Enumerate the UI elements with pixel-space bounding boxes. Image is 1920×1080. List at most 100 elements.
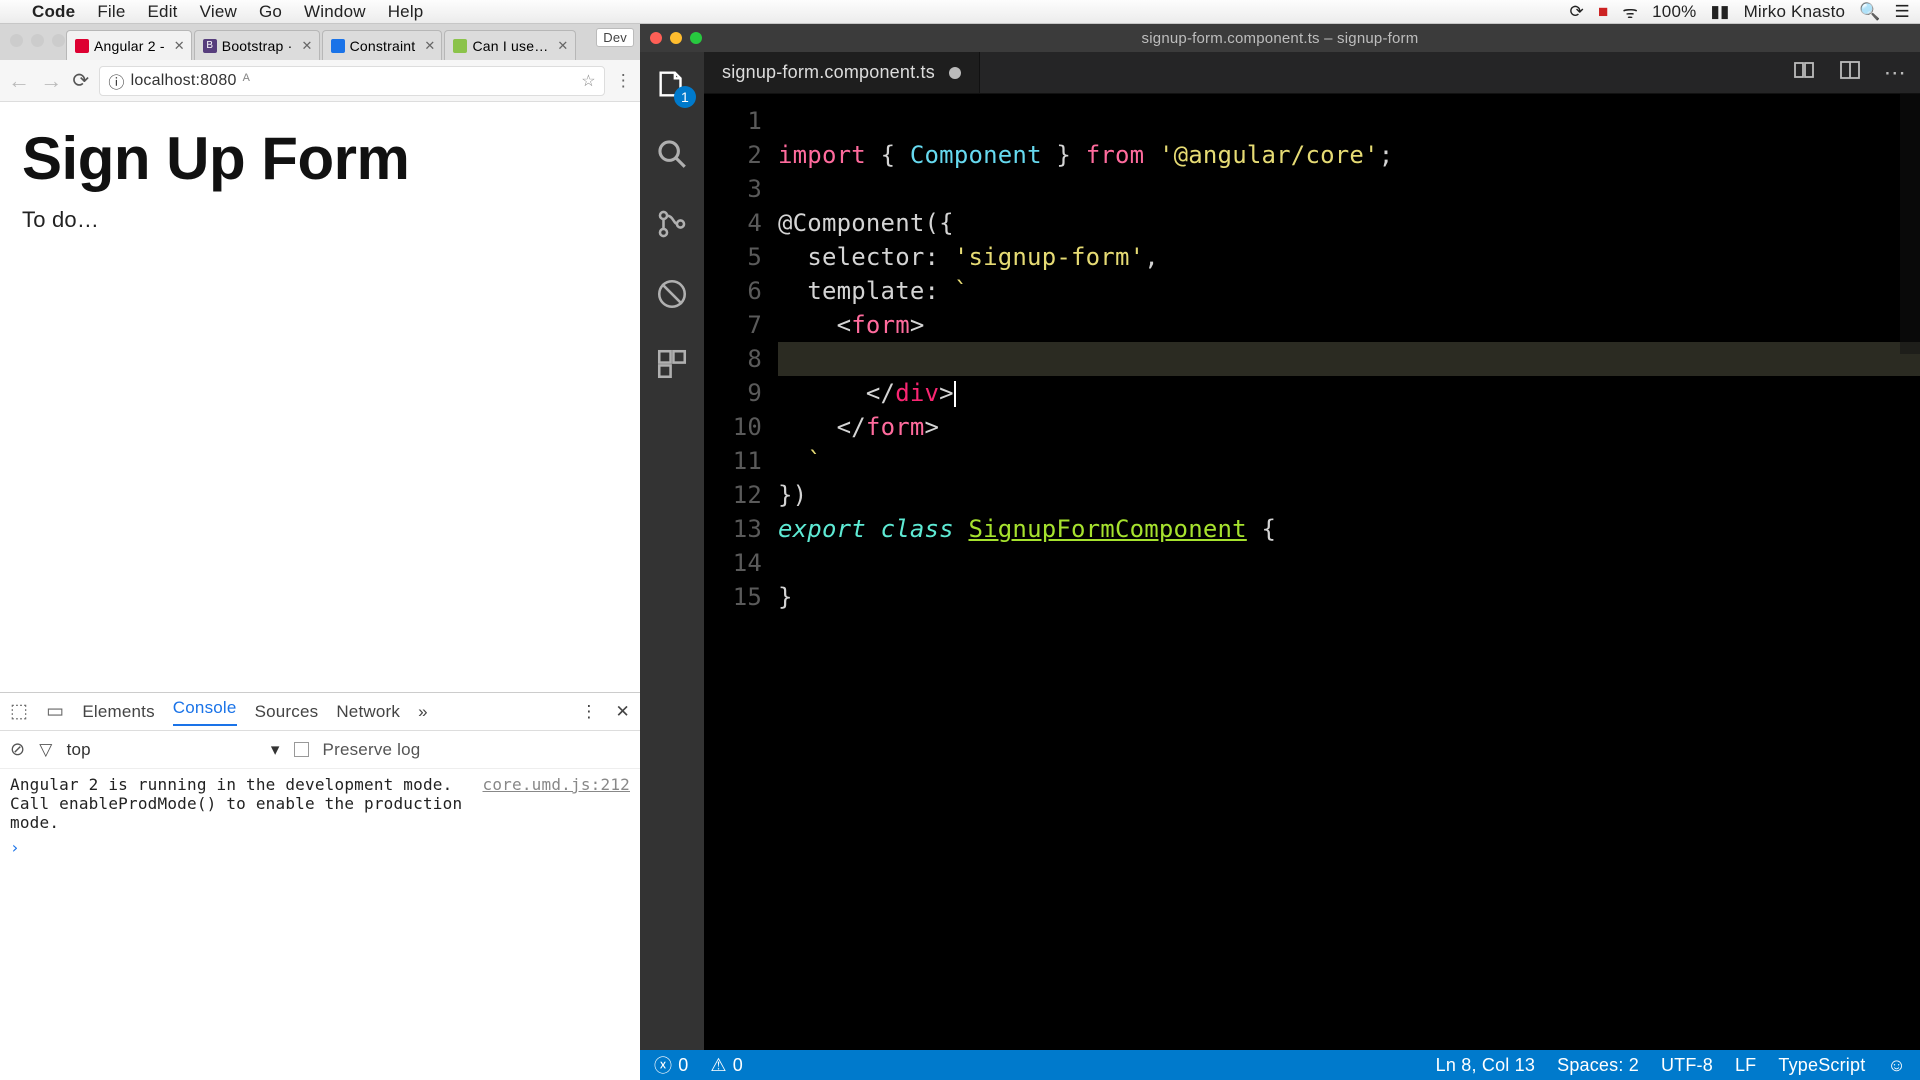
minimize-icon[interactable] bbox=[670, 32, 682, 44]
chevron-down-icon: ▾ bbox=[271, 740, 280, 760]
browser-tab-caniuse[interactable]: Can I use… ✕ bbox=[444, 30, 575, 60]
editor-tabbar: signup-form.component.ts ⋯ bbox=[704, 52, 1920, 94]
code-content[interactable]: import { Component } from '@angular/core… bbox=[778, 94, 1920, 1050]
context-selector[interactable]: top ▾ bbox=[67, 740, 280, 760]
battery-icon[interactable]: ▮▮ bbox=[1710, 2, 1729, 22]
close-tab-icon[interactable]: ✕ bbox=[297, 38, 312, 54]
devtools-tab-elements[interactable]: Elements bbox=[82, 702, 154, 722]
devtools-tab-sources[interactable]: Sources bbox=[255, 702, 319, 722]
page-content: Sign Up Form To do… bbox=[0, 102, 640, 692]
window-title: signup-form.component.ts – signup-form bbox=[1142, 30, 1419, 47]
vscode-window: signup-form.component.ts – signup-form 1 bbox=[640, 24, 1920, 1080]
console-filters: ⊘ ▽ top ▾ Preserve log bbox=[0, 731, 640, 769]
chrome-menu-icon[interactable]: ⋮ bbox=[615, 71, 632, 91]
devtools-tab-network[interactable]: Network bbox=[336, 702, 400, 722]
spotlight-icon[interactable]: 🔍 bbox=[1859, 2, 1880, 22]
info-icon[interactable]: ⓘ bbox=[108, 69, 124, 93]
minimize-icon[interactable] bbox=[31, 34, 44, 47]
search-icon[interactable] bbox=[654, 136, 690, 172]
close-icon[interactable] bbox=[650, 32, 662, 44]
zoom-icon[interactable] bbox=[52, 34, 65, 47]
menu-file[interactable]: File bbox=[97, 2, 125, 22]
menubar-app[interactable]: Code bbox=[32, 2, 75, 22]
status-indent[interactable]: Spaces: 2 bbox=[1557, 1055, 1639, 1076]
angular-icon bbox=[75, 39, 89, 53]
status-bar: ⓧ 0 ⚠ 0 Ln 8, Col 13 Spaces: 2 UTF-8 LF … bbox=[640, 1050, 1920, 1080]
clear-console-icon[interactable]: ⊘ bbox=[10, 739, 25, 760]
address-bar[interactable]: ⓘ localhost:8080 ᴬ ☆ bbox=[99, 66, 604, 96]
minimap[interactable] bbox=[1900, 94, 1920, 354]
device-mode-icon[interactable]: ▭ bbox=[46, 700, 64, 723]
chrome-window: Angular 2 - ✕ B Bootstrap · ✕ Constraint… bbox=[0, 24, 640, 1080]
editor-tab[interactable]: signup-form.component.ts bbox=[704, 52, 980, 93]
tab-title: Constraint bbox=[350, 38, 416, 54]
code-editor[interactable]: 123456789101112131415 import { Component… bbox=[704, 94, 1920, 1050]
sync-icon[interactable]: ⟳ bbox=[1570, 2, 1584, 22]
menubar-user[interactable]: Mirko Knasto bbox=[1744, 2, 1846, 22]
dirty-indicator-icon bbox=[949, 67, 961, 79]
reload-icon[interactable]: ⟳ bbox=[72, 68, 89, 93]
devtools-panel: ⬚ ▭ Elements Console Sources Network » ⋮… bbox=[0, 692, 640, 1080]
browser-tab-bootstrap[interactable]: B Bootstrap · ✕ bbox=[194, 30, 320, 60]
close-tab-icon[interactable]: ✕ bbox=[553, 38, 568, 54]
status-warnings[interactable]: ⚠ 0 bbox=[710, 1055, 743, 1076]
status-eol[interactable]: LF bbox=[1735, 1055, 1756, 1076]
context-label: top bbox=[67, 740, 91, 760]
devtools-close-icon[interactable]: ✕ bbox=[616, 702, 630, 722]
reader-icon[interactable]: ᴬ bbox=[243, 72, 250, 90]
chrome-toolbar: ← → ⟳ ⓘ localhost:8080 ᴬ ☆ ⋮ bbox=[0, 60, 640, 102]
status-errors[interactable]: ⓧ 0 bbox=[654, 1052, 688, 1078]
close-tab-icon[interactable]: ✕ bbox=[420, 38, 435, 54]
filter-icon[interactable]: ▽ bbox=[39, 740, 52, 760]
battery-pct: 100% bbox=[1652, 2, 1696, 22]
browser-tab-constraint[interactable]: Constraint ✕ bbox=[322, 30, 443, 60]
status-language[interactable]: TypeScript bbox=[1778, 1055, 1865, 1076]
devtools-tab-console[interactable]: Console bbox=[173, 698, 237, 726]
bookmark-icon[interactable]: ☆ bbox=[581, 71, 596, 91]
status-encoding[interactable]: UTF-8 bbox=[1661, 1055, 1713, 1076]
tab-title: Can I use… bbox=[472, 38, 548, 54]
favicon-icon bbox=[331, 39, 345, 53]
inspect-icon[interactable]: ⬚ bbox=[10, 700, 28, 723]
line-gutter: 123456789101112131415 bbox=[704, 94, 778, 1050]
page-title: Sign Up Form bbox=[22, 124, 618, 193]
menu-help[interactable]: Help bbox=[388, 2, 424, 22]
devtools-menu-icon[interactable]: ⋮ bbox=[580, 702, 597, 722]
tab-filename: signup-form.component.ts bbox=[722, 62, 935, 83]
menu-go[interactable]: Go bbox=[259, 2, 282, 22]
back-icon[interactable]: ← bbox=[8, 68, 30, 94]
compare-changes-icon[interactable] bbox=[1792, 58, 1816, 87]
close-icon[interactable] bbox=[10, 34, 23, 47]
zoom-icon[interactable] bbox=[690, 32, 702, 44]
menu-window[interactable]: Window bbox=[304, 2, 366, 22]
address-text: localhost:8080 bbox=[131, 72, 237, 90]
activity-bar: 1 bbox=[640, 52, 704, 1050]
stop-icon[interactable]: ■ bbox=[1598, 2, 1608, 22]
menu-view[interactable]: View bbox=[200, 2, 237, 22]
tab-title: Bootstrap · bbox=[222, 38, 293, 54]
chrome-traffic-lights[interactable] bbox=[10, 34, 65, 47]
favicon-icon bbox=[453, 39, 467, 53]
devtools-more-icon[interactable]: » bbox=[418, 702, 428, 722]
browser-tab-angular[interactable]: Angular 2 - ✕ bbox=[66, 30, 192, 60]
wifi-icon[interactable]: ᯤ bbox=[1622, 0, 1638, 23]
console-source-link[interactable]: core.umd.js:212 bbox=[483, 775, 631, 832]
menu-icon[interactable]: ☰ bbox=[1895, 2, 1910, 22]
menu-edit[interactable]: Edit bbox=[148, 2, 178, 22]
more-actions-icon[interactable]: ⋯ bbox=[1884, 60, 1906, 86]
dev-extension-badge[interactable]: Dev bbox=[596, 28, 634, 47]
status-cursor-pos[interactable]: Ln 8, Col 13 bbox=[1436, 1055, 1535, 1076]
feedback-icon[interactable]: ☺ bbox=[1887, 1055, 1906, 1076]
page-body: To do… bbox=[22, 207, 618, 233]
extensions-icon[interactable] bbox=[654, 346, 690, 382]
source-control-icon[interactable] bbox=[654, 206, 690, 242]
close-tab-icon[interactable]: ✕ bbox=[170, 38, 185, 54]
debug-icon[interactable] bbox=[654, 276, 690, 312]
tab-title: Angular 2 - bbox=[94, 38, 165, 54]
explorer-icon[interactable]: 1 bbox=[654, 66, 690, 102]
split-editor-icon[interactable] bbox=[1838, 58, 1862, 87]
mac-menubar: Code File Edit View Go Window Help ⟳ ■ ᯤ… bbox=[0, 0, 1920, 24]
console-prompt[interactable]: › bbox=[10, 838, 630, 857]
bootstrap-icon: B bbox=[203, 39, 217, 53]
preserve-log-checkbox[interactable] bbox=[294, 742, 309, 757]
